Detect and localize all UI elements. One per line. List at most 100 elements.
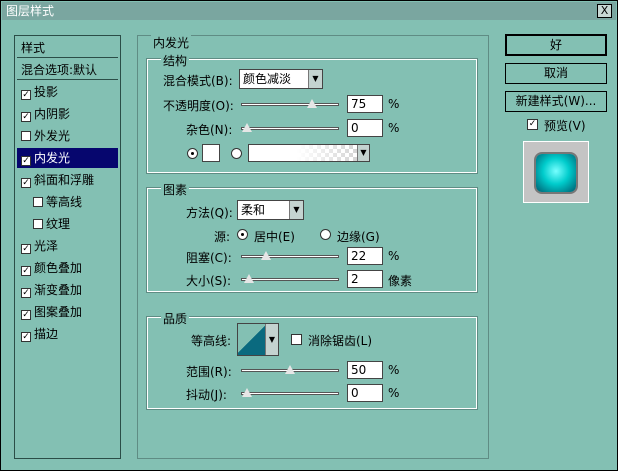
sidebar-item-label: 等高线 xyxy=(46,195,83,209)
source-center-radio[interactable] xyxy=(237,229,248,240)
source-edge-label[interactable]: 边缘(G) xyxy=(337,228,380,245)
sidebar-item-label: 内阴影 xyxy=(34,107,71,121)
sidebar-item-10[interactable]: ✓ 图案叠加 xyxy=(17,302,118,322)
chevron-down-icon: ▼ xyxy=(266,324,278,355)
size-input[interactable]: 2 xyxy=(347,270,383,288)
style-checkbox[interactable]: ✓ xyxy=(21,310,31,320)
layer-style-dialog: 图层样式 X 样式 混合选项:默认 ✓ 投影 ✓ 内阴影 外发光 ✓ 内发光 ✓ 斜面和浮雕 等高… xyxy=(0,0,618,471)
choke-slider-thumb[interactable] xyxy=(260,251,271,260)
antialias-label[interactable]: 消除锯齿(L) xyxy=(308,332,372,349)
jitter-percent: % xyxy=(388,386,400,400)
preview-label[interactable]: 预览(V) xyxy=(544,117,586,134)
opacity-slider[interactable] xyxy=(241,99,339,108)
sidebar-item-4[interactable]: ✓ 斜面和浮雕 xyxy=(17,170,118,190)
sidebar-item-label: 外发光 xyxy=(34,129,71,143)
structure-title: 结构 xyxy=(161,52,190,69)
sidebar-item-label: 光泽 xyxy=(34,239,59,253)
antialias-checkbox[interactable] xyxy=(291,334,302,345)
chevron-down-icon[interactable]: ▼ xyxy=(357,145,369,161)
styles-header[interactable]: 样式 xyxy=(17,38,118,58)
sidebar-item-11[interactable]: ✓ 描边 xyxy=(17,324,118,344)
ok-button[interactable]: 好 xyxy=(505,34,607,56)
preview-checkbox[interactable]: ✓ xyxy=(527,119,538,130)
noise-slider[interactable] xyxy=(241,123,339,132)
style-checkbox[interactable]: ✓ xyxy=(21,178,31,188)
source-center-label[interactable]: 居中(E) xyxy=(254,228,295,245)
range-slider-thumb[interactable] xyxy=(285,365,295,374)
source-edge-radio[interactable] xyxy=(320,229,331,240)
choke-slider[interactable] xyxy=(241,251,339,260)
sidebar-item-label: 图案叠加 xyxy=(34,305,83,319)
sidebar-item-label: 内发光 xyxy=(34,151,71,165)
new-style-button[interactable]: 新建样式(W)... xyxy=(505,91,607,112)
range-label: 范围(R): xyxy=(186,365,232,379)
sidebar-item-6[interactable]: 纹理 xyxy=(17,214,118,234)
sidebar-item-0[interactable]: ✓ 投影 xyxy=(17,82,118,102)
contour-label: 等高线: xyxy=(191,334,232,348)
range-input[interactable]: 50 xyxy=(347,361,383,379)
sidebar-item-label: 渐变叠加 xyxy=(34,283,83,297)
styles-sidebar: 样式 混合选项:默认 ✓ 投影 ✓ 内阴影 外发光 ✓ 内发光 ✓ 斜面和浮雕 等高线 纹理 ✓ 光泽 ✓… xyxy=(14,35,121,459)
noise-slider-thumb[interactable] xyxy=(242,123,252,132)
sidebar-item-1[interactable]: ✓ 内阴影 xyxy=(17,104,118,124)
sidebar-item-label: 斜面和浮雕 xyxy=(34,173,95,187)
quality-title: 品质 xyxy=(161,310,190,327)
noise-percent: % xyxy=(388,121,400,135)
window-title: 图层样式 xyxy=(6,4,55,18)
solid-color-radio[interactable] xyxy=(187,148,198,159)
size-label: 大小(S): xyxy=(186,274,232,288)
style-checkbox[interactable]: ✓ xyxy=(21,288,31,298)
size-slider[interactable] xyxy=(241,274,339,283)
source-label: 源: xyxy=(214,230,231,244)
contour-picker[interactable]: ▼ xyxy=(237,323,279,356)
jitter-slider[interactable] xyxy=(241,388,339,397)
range-percent: % xyxy=(388,363,400,377)
style-checkbox[interactable] xyxy=(33,197,43,207)
cancel-button[interactable]: 取消 xyxy=(505,63,607,84)
sidebar-item-label: 描边 xyxy=(34,327,59,341)
style-checkbox[interactable]: ✓ xyxy=(21,156,31,166)
sidebar-item-9[interactable]: ✓ 渐变叠加 xyxy=(17,280,118,300)
noise-input[interactable]: 0 xyxy=(347,119,383,137)
opacity-percent: % xyxy=(388,97,400,111)
contour-preview xyxy=(238,324,266,355)
technique-select[interactable]: 柔和 ▼ xyxy=(237,200,304,220)
choke-label: 阻塞(C): xyxy=(186,251,232,265)
style-checkbox[interactable]: ✓ xyxy=(21,244,31,254)
style-checkbox[interactable] xyxy=(33,219,43,229)
jitter-label: 抖动(J): xyxy=(186,388,227,402)
chevron-down-icon: ▼ xyxy=(308,70,322,88)
jitter-slider-thumb[interactable] xyxy=(242,388,252,397)
sidebar-item-5[interactable]: 等高线 xyxy=(17,192,118,212)
choke-input[interactable]: 22 xyxy=(347,247,383,265)
blend-mode-select[interactable]: 颜色减淡 ▼ xyxy=(239,69,323,89)
style-checkbox[interactable]: ✓ xyxy=(21,332,31,342)
range-slider[interactable] xyxy=(241,365,339,374)
title-bar: 图层样式 X xyxy=(2,2,616,20)
size-slider-thumb[interactable] xyxy=(243,274,254,283)
technique-value: 柔和 xyxy=(241,203,266,217)
close-button[interactable]: X xyxy=(597,4,612,18)
opacity-slider-thumb[interactable] xyxy=(306,99,317,108)
sidebar-item-2[interactable]: 外发光 xyxy=(17,126,118,146)
blending-options-item[interactable]: 混合选项:默认 xyxy=(17,60,118,80)
style-checkbox[interactable]: ✓ xyxy=(21,90,31,100)
style-preview xyxy=(523,141,589,203)
style-checkbox[interactable] xyxy=(21,131,31,141)
sidebar-item-8[interactable]: ✓ 颜色叠加 xyxy=(17,258,118,278)
elements-title: 图素 xyxy=(161,181,190,198)
sidebar-item-3[interactable]: ✓ 内发光 xyxy=(17,148,118,168)
gradient-radio[interactable] xyxy=(231,148,242,159)
sidebar-item-label: 纹理 xyxy=(46,217,71,231)
style-checkbox[interactable]: ✓ xyxy=(21,266,31,276)
style-checkbox[interactable]: ✓ xyxy=(21,112,31,122)
jitter-input[interactable]: 0 xyxy=(347,384,383,402)
opacity-input[interactable]: 75 xyxy=(347,95,383,113)
glow-color-swatch[interactable] xyxy=(202,144,220,162)
size-unit: 像素 xyxy=(388,274,413,288)
sidebar-item-7[interactable]: ✓ 光泽 xyxy=(17,236,118,256)
sidebar-item-label: 投影 xyxy=(34,85,59,99)
noise-label: 杂色(N): xyxy=(186,123,233,137)
chevron-down-icon: ▼ xyxy=(289,201,303,219)
gradient-picker[interactable]: ▼ xyxy=(248,144,370,162)
